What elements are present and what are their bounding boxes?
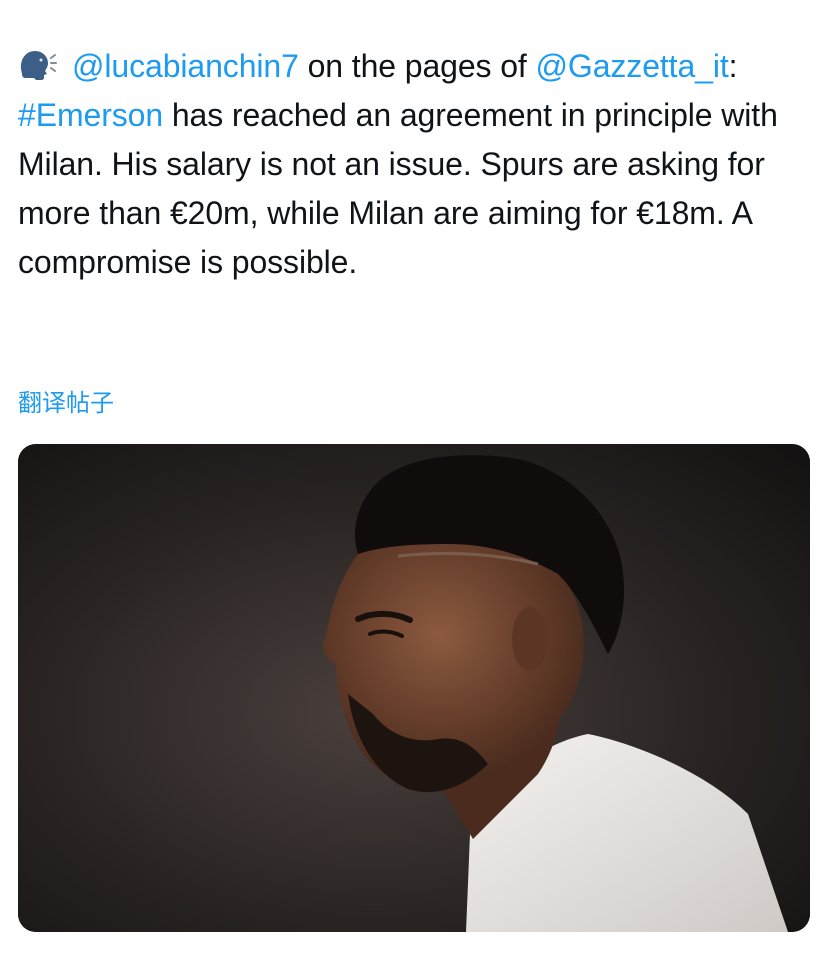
tweet-text-part: : xyxy=(728,48,738,84)
tweet-text: @lucabianchin7 on the pages of @Gazzetta… xyxy=(18,42,808,287)
hashtag-emerson[interactable]: #Emerson xyxy=(18,97,163,133)
player-photo xyxy=(18,444,810,932)
mention-lucabianchin7[interactable]: @lucabianchin7 xyxy=(72,48,299,84)
speaking-head-icon xyxy=(18,46,64,80)
mention-gazzetta-it[interactable]: @Gazzetta_it xyxy=(536,48,729,84)
tweet-text-part: on the pages of xyxy=(298,48,536,84)
translate-post-link[interactable]: 翻译帖子 xyxy=(18,388,114,418)
tweet-media-photo[interactable] xyxy=(18,444,810,932)
